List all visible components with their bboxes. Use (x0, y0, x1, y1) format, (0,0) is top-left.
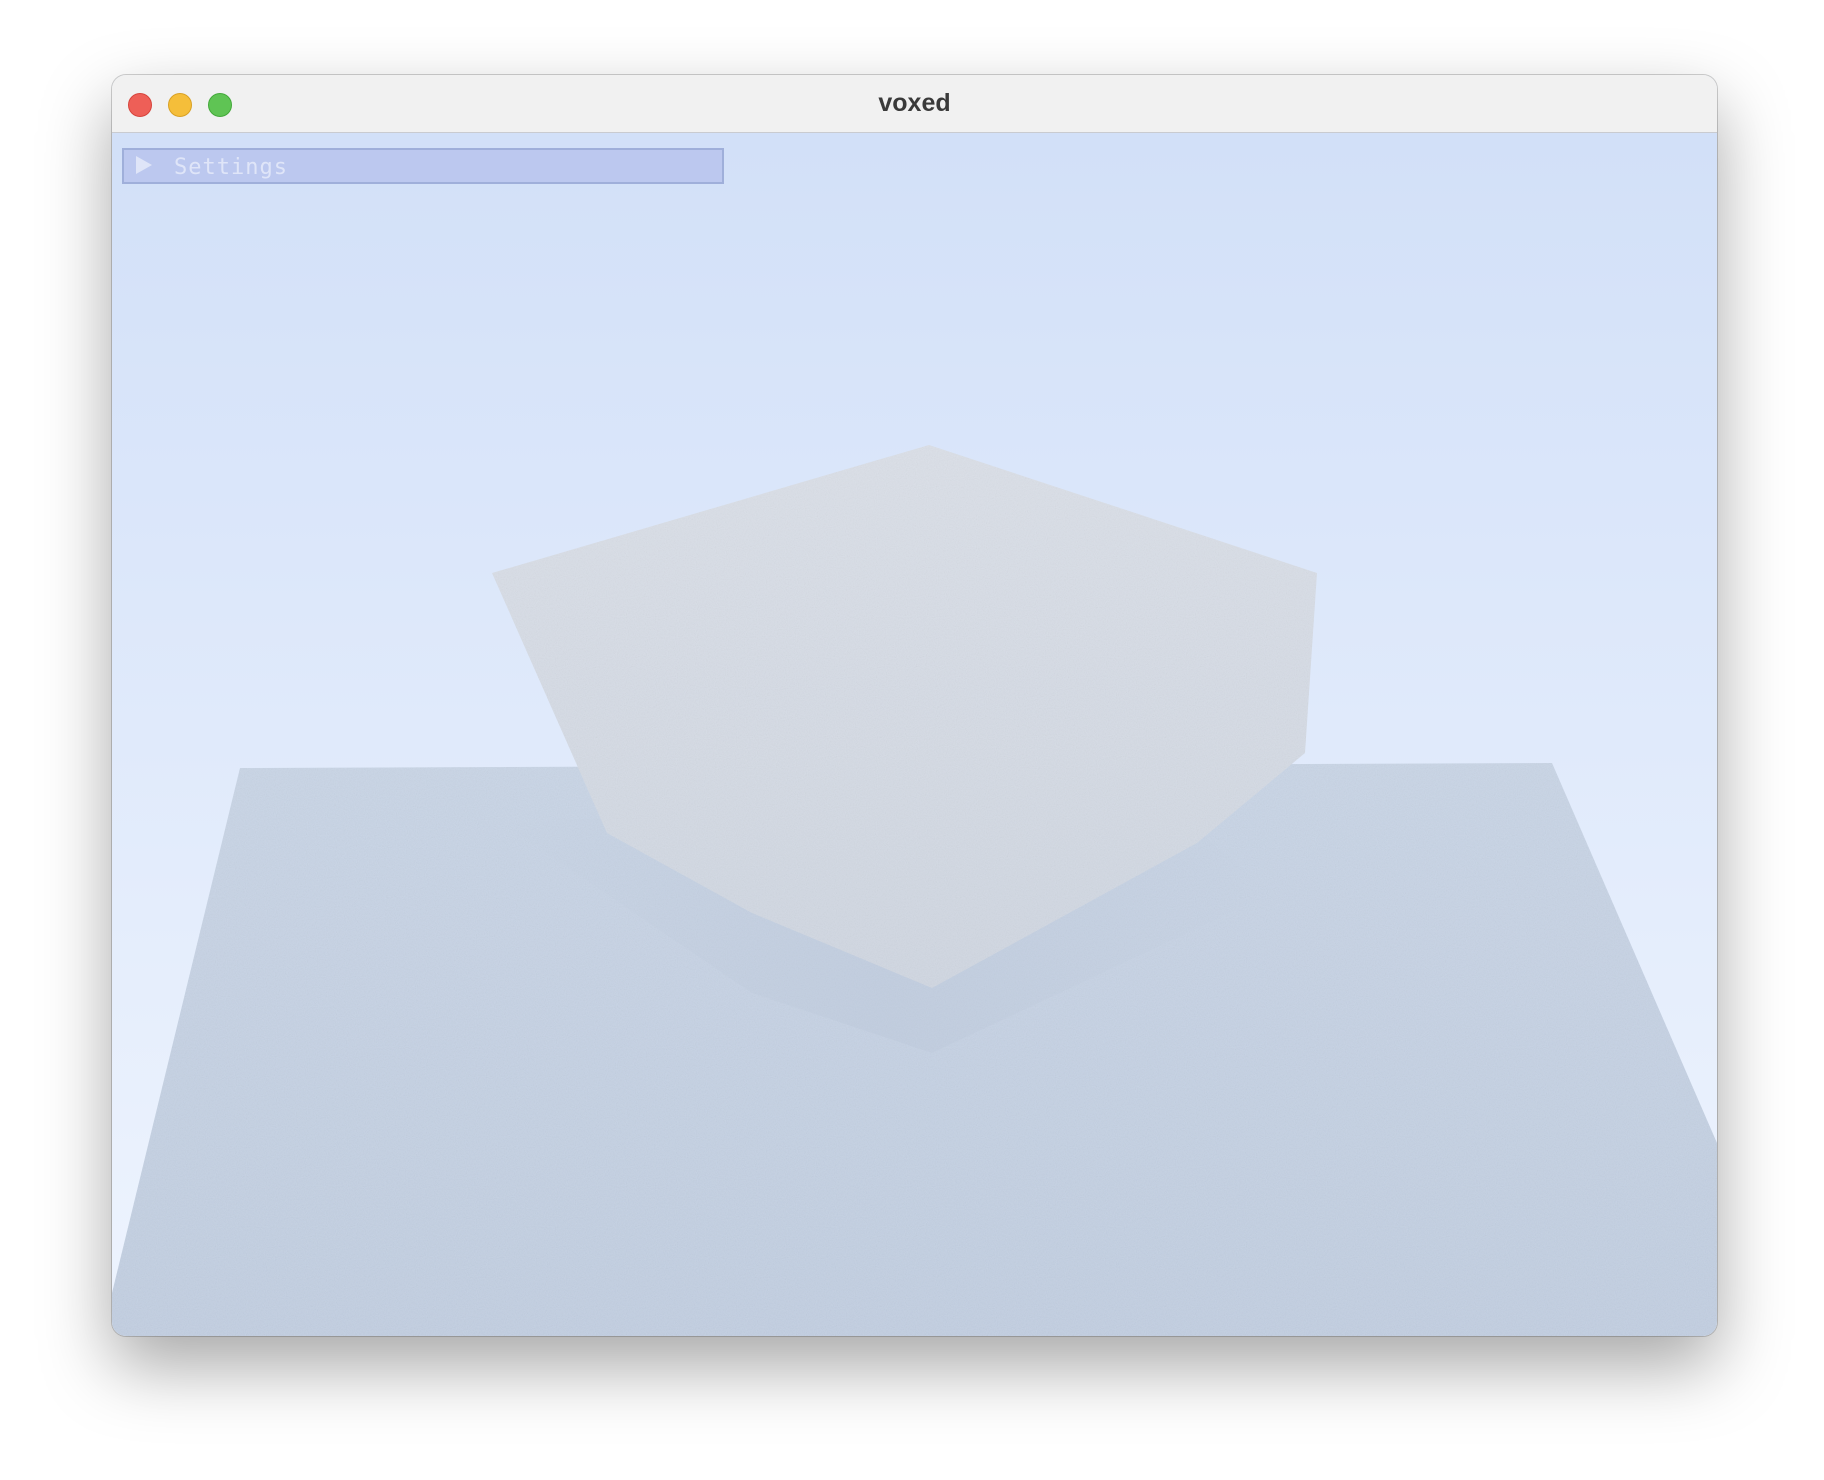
title-bar[interactable]: voxed (112, 75, 1717, 133)
window-title: voxed (878, 89, 951, 117)
settings-collapsible-header[interactable]: Settings (122, 148, 724, 184)
3d-viewport[interactable]: Settings (112, 133, 1717, 1336)
settings-label: Settings (174, 155, 288, 180)
scene-render (112, 133, 1717, 1336)
expand-arrow-icon (136, 156, 152, 174)
app-window: voxed Settings (112, 75, 1717, 1336)
